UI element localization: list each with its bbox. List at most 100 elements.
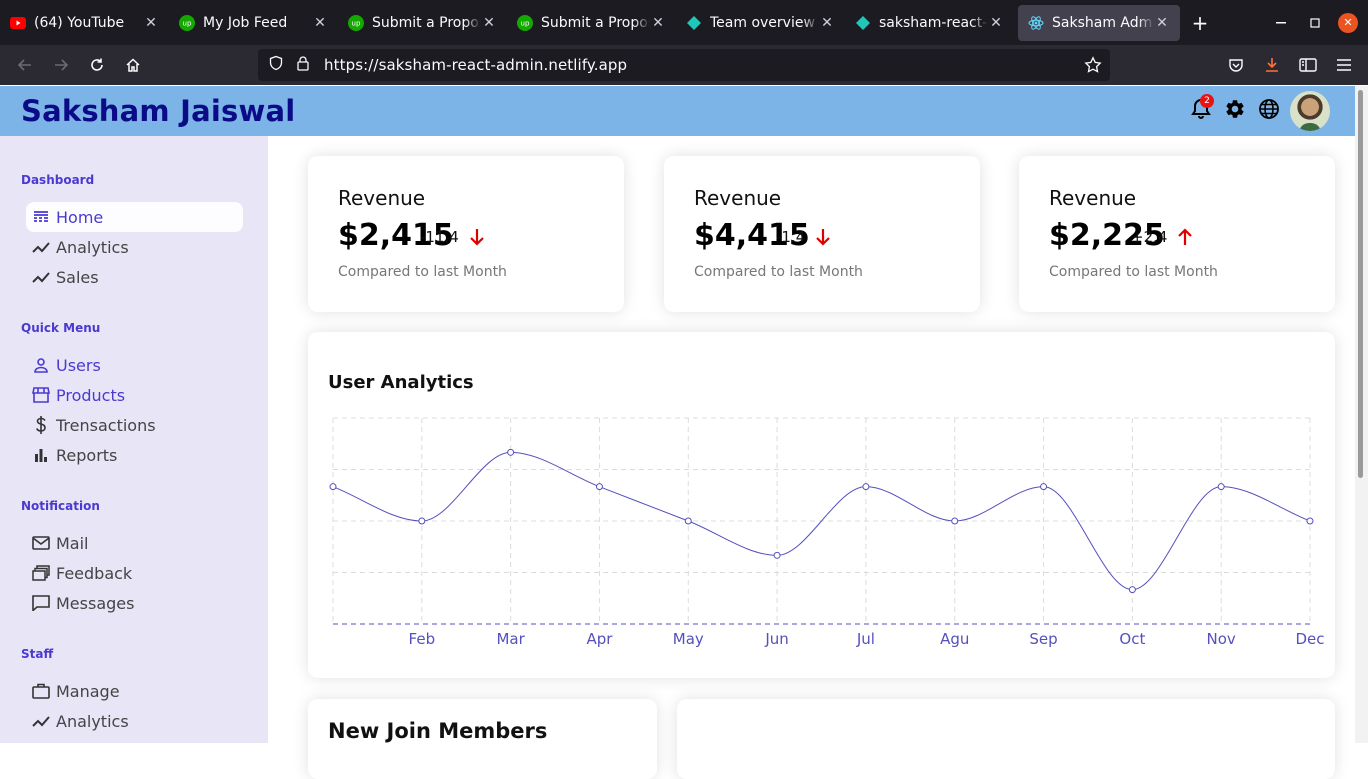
- close-tab-icon[interactable]: ✕: [481, 15, 497, 31]
- briefcase-icon: [32, 682, 50, 700]
- browser-tab[interactable]: up Submit a Proposal✕: [338, 5, 507, 41]
- minimize-button[interactable]: [1264, 0, 1298, 45]
- x-tick-label: Dec: [1295, 630, 1324, 648]
- data-point: [684, 517, 692, 525]
- globe-icon: [1258, 98, 1280, 124]
- browser-tab[interactable]: Saksham Admin ✕: [1018, 4, 1180, 41]
- svg-text:up: up: [183, 19, 192, 27]
- shield-icon[interactable]: [268, 55, 284, 75]
- bookmark-star-icon[interactable]: [1084, 56, 1102, 78]
- x-tick-label: Jun: [764, 630, 788, 648]
- arrow-up-icon: [1171, 228, 1193, 246]
- sidebar-item-trensactions[interactable]: Trensactions: [26, 410, 243, 440]
- browser-tab[interactable]: (64) YouTube ✕: [0, 5, 169, 41]
- new-tab-button[interactable]: +: [1180, 5, 1220, 41]
- card-title: Revenue: [694, 186, 782, 210]
- url-text[interactable]: https://saksham-react-admin.netlify.app: [324, 56, 627, 74]
- main-content: Revenue $2,415 -11.4 Compared to last Month…: [268, 136, 1355, 779]
- data-point: [773, 551, 781, 559]
- url-bar[interactable]: https://saksham-react-admin.netlify.app: [258, 49, 1110, 81]
- trending-icon: [32, 712, 50, 730]
- back-button[interactable]: [7, 49, 43, 81]
- sidebar-item-label: Trensactions: [56, 415, 156, 435]
- card-rate: -11.4: [420, 228, 459, 246]
- menu-icon[interactable]: [1326, 49, 1362, 81]
- sidebar-item-mail[interactable]: Mail: [26, 528, 243, 558]
- tab-title: (64) YouTube: [34, 14, 125, 31]
- x-tick-label: Jul: [856, 630, 875, 648]
- language-button[interactable]: [1252, 91, 1286, 131]
- window-close-button[interactable]: ✕: [1338, 12, 1358, 33]
- sidebar-item-manage[interactable]: Manage: [26, 676, 243, 706]
- svg-text:up: up: [521, 19, 530, 27]
- downloads-icon[interactable]: [1254, 49, 1290, 81]
- sidebar-item-sales[interactable]: Sales: [26, 262, 243, 292]
- sidebar-item-products[interactable]: Products: [26, 380, 243, 410]
- close-tab-icon[interactable]: ✕: [1154, 15, 1170, 31]
- card-subtitle: Compared to last Month: [338, 264, 507, 280]
- browser-tab[interactable]: Team overview | N✕: [676, 5, 845, 41]
- reload-button[interactable]: [79, 49, 115, 81]
- close-tab-icon[interactable]: ✕: [819, 15, 835, 31]
- feedback-icon: [32, 564, 50, 582]
- sidebar-item-reports[interactable]: Reports: [26, 440, 243, 470]
- avatar[interactable]: [1290, 91, 1330, 131]
- x-tick-label: Agu: [940, 630, 969, 648]
- user-icon: [32, 356, 50, 374]
- browser-navbar: https://saksham-react-admin.netlify.app: [0, 45, 1368, 85]
- data-point: [1040, 483, 1048, 491]
- sidebar-item-messages[interactable]: Messages: [26, 588, 243, 618]
- sidebar-item-analytics[interactable]: Analytics: [26, 706, 243, 736]
- close-tab-icon[interactable]: ✕: [312, 15, 328, 31]
- pocket-icon[interactable]: [1218, 49, 1254, 81]
- close-tab-icon[interactable]: ✕: [988, 15, 1004, 31]
- trending-icon: [32, 268, 50, 286]
- store-icon: [32, 386, 50, 404]
- widget-title: New Join Members: [328, 719, 548, 743]
- bar-chart-icon: [32, 446, 50, 464]
- brand-logo[interactable]: Saksham Jaiswal: [21, 94, 295, 128]
- sidebar-item-analytics[interactable]: Analytics: [26, 232, 243, 262]
- browser-tab[interactable]: up My Job Feed ✕: [169, 5, 338, 41]
- sidebar-item-label: Messages: [56, 593, 135, 613]
- home-button[interactable]: [115, 49, 151, 81]
- user-analytics-chart-card: User Analytics Feb Mar Apr May Jun Jul Agu Sep O…: [308, 332, 1335, 678]
- sidebar-item-feedback[interactable]: Feedback: [26, 558, 243, 588]
- sidebar-item-label: Feedback: [56, 563, 133, 583]
- data-point: [1217, 483, 1225, 491]
- card-rate-group: -11.4: [420, 228, 485, 246]
- netlify-icon: [686, 15, 702, 31]
- youtube-icon: [10, 15, 26, 31]
- maximize-button[interactable]: [1298, 0, 1332, 45]
- x-tick-label: Oct: [1119, 630, 1145, 648]
- sidebar-item-label: Sales: [56, 267, 99, 287]
- page-scrollbar-thumb[interactable]: [1358, 90, 1363, 478]
- close-tab-icon[interactable]: ✕: [143, 15, 159, 31]
- close-tab-icon[interactable]: ✕: [650, 15, 666, 31]
- sidebar-item-home[interactable]: Home: [26, 202, 243, 232]
- upwork-icon: up: [179, 14, 195, 31]
- svg-text:up: up: [352, 19, 361, 27]
- latest-transactions-widget: [677, 699, 1335, 779]
- card-subtitle: Compared to last Month: [1049, 264, 1218, 280]
- tab-title: Saksham Admin: [1052, 14, 1154, 31]
- card-title: Revenue: [338, 186, 426, 210]
- browser-tab[interactable]: up Submit a Proposal✕: [507, 5, 676, 41]
- sidebar-section-title: Notification: [21, 499, 100, 513]
- sidebar-item-label: Home: [56, 207, 104, 227]
- sidebar-section-title: Staff: [21, 647, 54, 661]
- app-topbar: Saksham Jaiswal 2: [0, 86, 1355, 136]
- upwork-icon: up: [348, 14, 364, 31]
- sidebar-section-title: Quick Menu: [21, 321, 101, 335]
- forward-button[interactable]: [43, 49, 79, 81]
- sidebar-toggle-icon[interactable]: [1290, 49, 1326, 81]
- notifications-button[interactable]: 2: [1184, 91, 1218, 131]
- x-tick-label: May: [673, 630, 704, 648]
- browser-tab[interactable]: saksham-react-adm✕: [845, 5, 1014, 41]
- dollar-icon: [32, 416, 50, 434]
- settings-button[interactable]: [1218, 91, 1252, 131]
- react-icon: [1028, 15, 1044, 31]
- sidebar-item-users[interactable]: Users: [26, 350, 243, 380]
- revenue-card: Revenue $4,415 -1.4 Compared to last Month: [664, 156, 980, 312]
- lock-icon[interactable]: [296, 55, 310, 75]
